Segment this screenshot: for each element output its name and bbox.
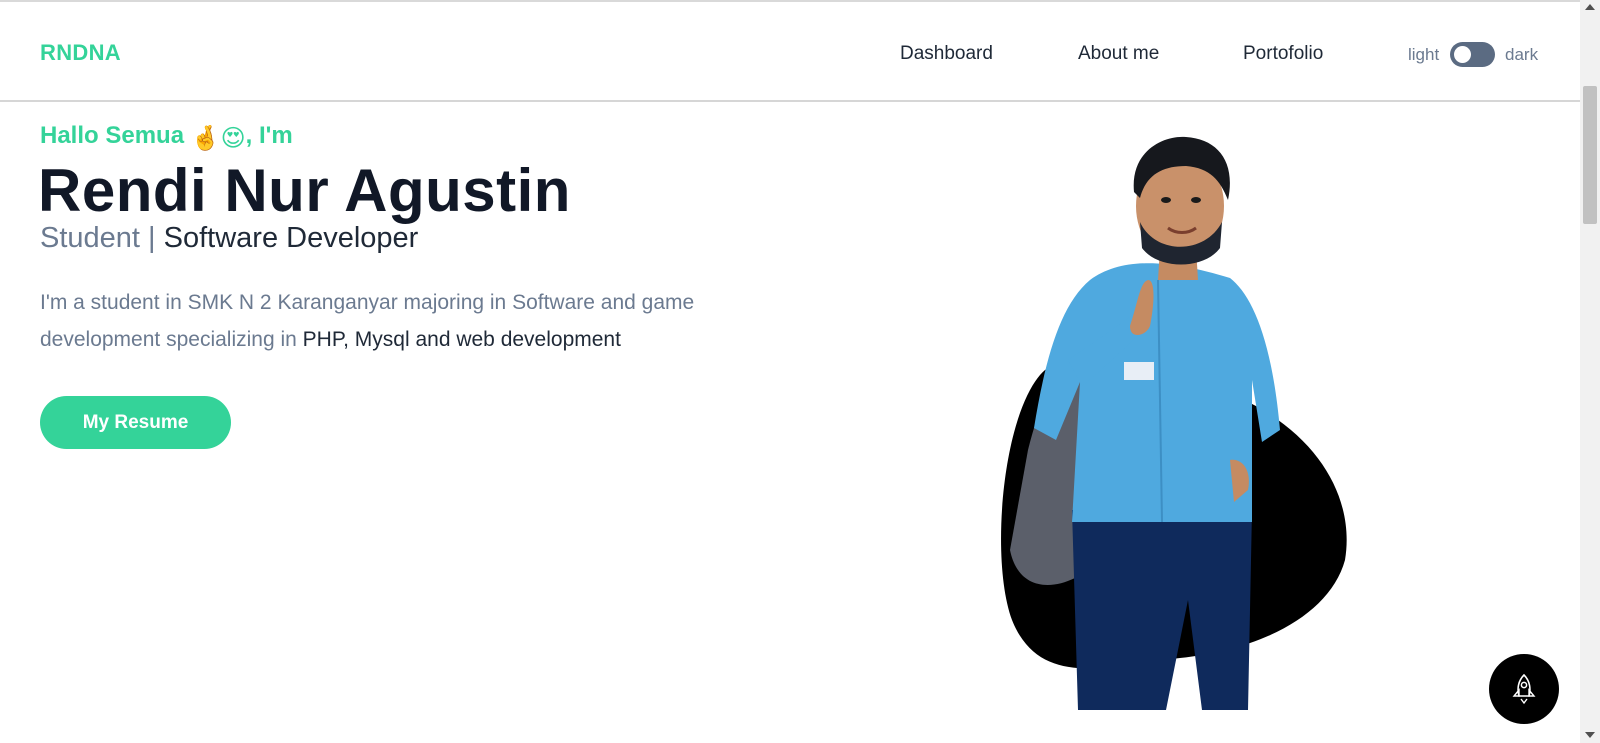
scroll-top-button[interactable] xyxy=(1489,654,1559,724)
description-highlight: PHP, Mysql and web development xyxy=(302,328,621,351)
photo-trousers xyxy=(1072,510,1252,710)
theme-light-label: light xyxy=(1408,45,1440,64)
rocket-icon xyxy=(1512,673,1536,705)
nav-link-dashboard[interactable]: Dashboard xyxy=(900,43,993,65)
nav-link-about[interactable]: About me xyxy=(1078,43,1159,65)
greeting: Hallo Semua 🤞😍, I'm xyxy=(40,122,293,153)
vertical-scrollbar[interactable] xyxy=(1580,0,1600,743)
greeting-text: Hallo Semua xyxy=(40,122,191,149)
page: RNDNA Dashboard About me Portofolio ligh… xyxy=(0,0,1580,743)
role-title: Software Developer xyxy=(163,222,419,254)
toggle-knob xyxy=(1454,46,1471,63)
scroll-down-arrow[interactable] xyxy=(1585,732,1595,738)
profile-photo xyxy=(1001,136,1347,710)
navbar: RNDNA Dashboard About me Portofolio ligh… xyxy=(0,0,1580,102)
scroll-up-arrow[interactable] xyxy=(1585,4,1595,10)
resume-button[interactable]: My Resume xyxy=(40,396,231,449)
hero-name: Rendi Nur Agustin xyxy=(38,157,571,224)
hero-description: I'm a student in SMK N 2 Karanganyar maj… xyxy=(40,284,800,358)
theme-dark-label: dark xyxy=(1505,45,1539,64)
greeting-emoji: 🤞😍 xyxy=(190,125,246,152)
scroll-thumb[interactable] xyxy=(1583,86,1597,224)
greeting-suffix: , I'm xyxy=(245,122,293,149)
nav-link-portofolio[interactable]: Portofolio xyxy=(1243,43,1323,65)
brand-logo[interactable]: RNDNA xyxy=(40,40,121,66)
role-line: Student | Software Developer xyxy=(40,222,418,255)
theme-toggle[interactable] xyxy=(1450,42,1495,67)
role-prefix: Student | xyxy=(40,222,164,254)
